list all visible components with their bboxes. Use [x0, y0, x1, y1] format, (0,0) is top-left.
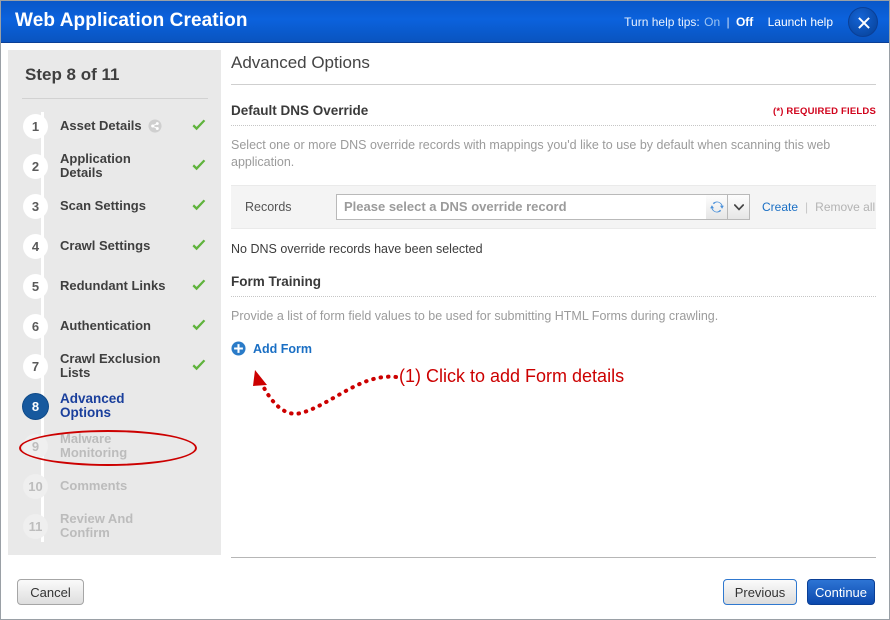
records-dropdown-button[interactable]: [728, 194, 750, 220]
page-title: Advanced Options: [231, 53, 370, 72]
remove-all-records-link: Remove all: [815, 200, 876, 214]
step-label-text: Application Details: [60, 151, 131, 180]
web-application-creation-window: Web Application Creation Turn help tips:…: [0, 0, 890, 620]
link-separator: |: [805, 200, 809, 214]
step-number-badge: 10: [23, 473, 48, 499]
help-tips-label: Turn help tips:: [624, 15, 700, 29]
step-number-badge: 9: [23, 433, 48, 459]
step-label: Advanced Options: [60, 392, 176, 420]
help-tips-on-link[interactable]: On: [704, 15, 720, 29]
step-number-badge: 8: [23, 393, 48, 419]
records-select-group: Please select a DNS override record Crea…: [336, 194, 875, 220]
sidebar-step-6[interactable]: 6 Authentication: [8, 306, 221, 346]
sidebar-step-1[interactable]: 1 Asset Details: [8, 106, 221, 146]
step-complete-check-icon: [192, 319, 206, 331]
step-label-text: Asset Details: [60, 117, 142, 133]
refresh-records-button[interactable]: [706, 194, 728, 220]
form-training-heading-text: Form Training: [231, 274, 322, 289]
sidebar-step-5[interactable]: 5 Redundant Links: [8, 266, 221, 306]
create-record-link[interactable]: Create: [762, 200, 798, 214]
step-complete-check-icon: [192, 199, 206, 211]
step-label: Authentication: [60, 319, 176, 333]
step-label: Review And Confirm: [60, 512, 176, 540]
step-label: Scan Settings: [60, 199, 176, 213]
step-label-text: Crawl Settings: [60, 238, 151, 253]
plus-circle-icon: [231, 341, 246, 356]
step-complete-check-icon: [192, 239, 206, 251]
sidebar-step-7[interactable]: 7 Crawl Exclusion Lists: [8, 346, 221, 386]
chevron-down-icon: [733, 203, 744, 211]
close-button[interactable]: [848, 7, 878, 37]
step-number-badge: 1: [23, 113, 48, 139]
form-training-rule: [231, 296, 876, 297]
step-number-badge: 11: [23, 513, 48, 539]
share-icon: [148, 119, 162, 133]
step-label: Application Details: [60, 152, 176, 180]
step-complete-check-icon: [192, 359, 206, 371]
no-records-message: No DNS override records have been select…: [231, 242, 483, 256]
step-label-text: Comments: [60, 478, 128, 493]
launch-help-link[interactable]: Launch help: [768, 15, 833, 29]
dns-section-description: Select one or more DNS override records …: [231, 138, 831, 169]
step-label: Asset Details: [60, 117, 176, 134]
wizard-step-sidebar: Step 8 of 11 1 Asset Details 2 Application …: [8, 50, 221, 555]
step-number-badge: 5: [23, 273, 48, 299]
help-tips-control: Turn help tips: On | Off Launch help: [624, 15, 833, 29]
cancel-button[interactable]: Cancel: [17, 579, 84, 605]
sidebar-step-4[interactable]: 4 Crawl Settings: [8, 226, 221, 266]
step-label-text: Scan Settings: [60, 198, 146, 213]
records-input[interactable]: Please select a DNS override record: [336, 194, 706, 220]
step-complete-check-icon: [192, 279, 206, 291]
footer-divider: [231, 557, 876, 558]
step-number-badge: 7: [23, 353, 48, 379]
sidebar-divider: [22, 98, 208, 99]
close-icon: [858, 17, 870, 29]
step-number-badge: 2: [23, 153, 48, 179]
dns-section-heading: Default DNS Override (*) REQUIRED FIELDS: [231, 103, 881, 118]
step-label-text: Redundant Links: [60, 278, 166, 293]
step-label-text: Crawl Exclusion Lists: [60, 351, 161, 380]
required-fields-note: (*) REQUIRED FIELDS: [772, 106, 876, 117]
step-number-badge: 4: [23, 233, 48, 259]
window-title: Web Application Creation: [15, 10, 248, 31]
step-label: Comments: [60, 479, 176, 493]
annotation-text: (1) Click to add Form details: [399, 366, 625, 386]
step-number-badge: 3: [23, 193, 48, 219]
step-label: Malware Monitoring: [60, 432, 176, 460]
step-label: Crawl Exclusion Lists: [60, 352, 176, 380]
step-label-text: Review And Confirm: [60, 511, 134, 540]
sidebar-step-11: 11 Review And Confirm: [8, 506, 221, 546]
step-label-text: Authentication: [60, 318, 151, 333]
page-title-rule: [231, 84, 876, 85]
step-number-badge: 6: [23, 313, 48, 339]
help-tips-separator: |: [726, 15, 730, 29]
refresh-icon: [709, 201, 724, 213]
form-training-heading: Form Training: [231, 274, 881, 289]
sidebar-step-8[interactable]: 8 Advanced Options: [8, 386, 221, 426]
step-complete-check-icon: [192, 119, 206, 131]
main-content: Advanced Options Default DNS Override (*…: [231, 53, 881, 361]
step-label-text: Malware Monitoring: [60, 431, 128, 460]
dns-section-rule: [231, 125, 876, 126]
step-label: Redundant Links: [60, 279, 176, 293]
step-complete-check-icon: [192, 159, 206, 171]
sidebar-step-9: 9 Malware Monitoring: [8, 426, 221, 466]
add-form-label: Add Form: [253, 341, 313, 356]
records-row: Records Please select a DNS override rec…: [231, 185, 876, 229]
step-list: 1 Asset Details 2 Application Details 3 Scan …: [8, 106, 221, 546]
step-label: Crawl Settings: [60, 239, 176, 253]
sidebar-step-3[interactable]: 3 Scan Settings: [8, 186, 221, 226]
sidebar-step-2[interactable]: 2 Application Details: [8, 146, 221, 186]
sidebar-step-10: 10 Comments: [8, 466, 221, 506]
add-form-button[interactable]: Add Form: [231, 341, 312, 356]
help-tips-off-link[interactable]: Off: [736, 15, 753, 29]
form-training-description: Provide a list of form field values to b…: [231, 309, 719, 323]
continue-button[interactable]: Continue: [807, 579, 875, 605]
step-label-text: Advanced Options: [60, 391, 125, 420]
records-label: Records: [245, 200, 292, 214]
step-progress-heading: Step 8 of 11: [25, 65, 120, 84]
dns-section-heading-text: Default DNS Override: [231, 103, 369, 118]
previous-button[interactable]: Previous: [723, 579, 797, 605]
window-title-bar: Web Application Creation Turn help tips:…: [1, 1, 889, 43]
